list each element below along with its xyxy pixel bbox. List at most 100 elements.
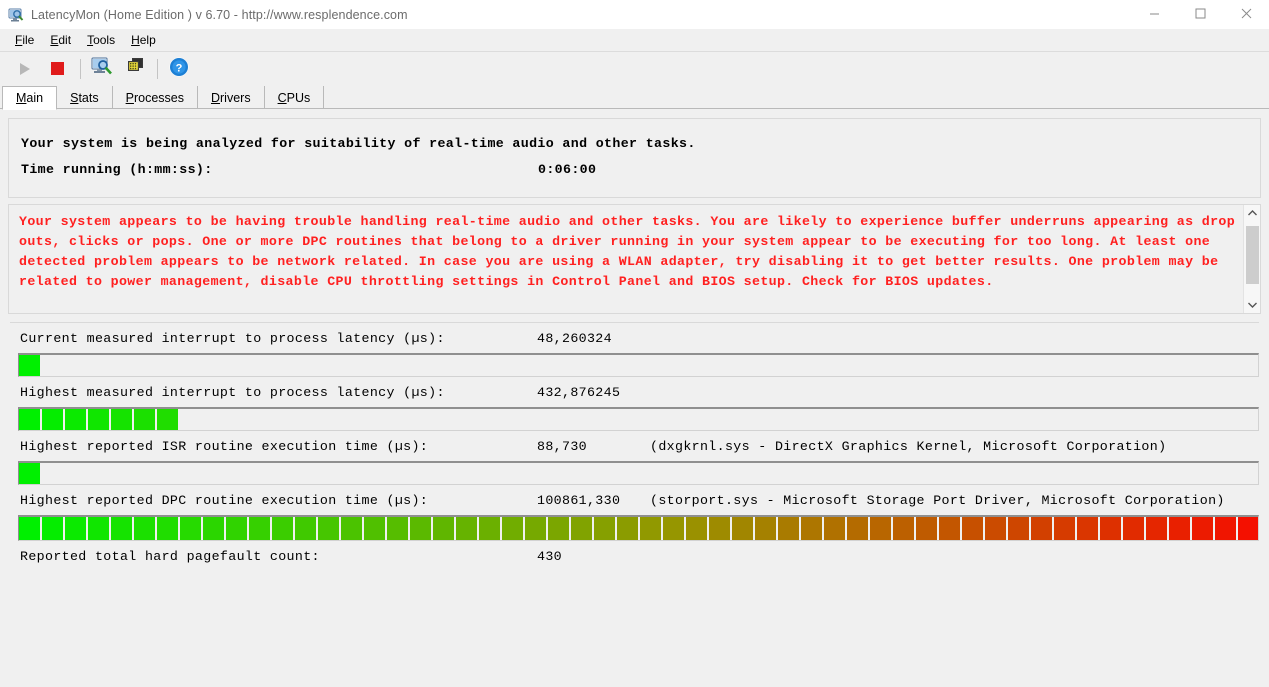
analyze-button[interactable] [87, 56, 117, 82]
tab-main[interactable]: Main [2, 86, 58, 110]
bar-segment [962, 517, 983, 540]
bar-segment [571, 517, 592, 540]
menu-item-file[interactable]: File [8, 31, 43, 49]
scrollbar-thumb[interactable] [1245, 226, 1259, 284]
pagefault-label: Reported total hard pagefault count: [20, 548, 320, 564]
metric-label: Highest reported DPC routine execution t… [20, 492, 429, 508]
bar-segment [640, 517, 661, 540]
metric-value: 432,876245 [537, 384, 621, 400]
bar-segment [847, 517, 868, 540]
bar-segment [111, 517, 132, 540]
minimize-icon [1149, 8, 1160, 22]
bottom-spacer [8, 571, 1261, 611]
metric-driver-info: (dxgkrnl.sys - DirectX Graphics Kernel, … [650, 438, 1167, 454]
bar-segment [1077, 517, 1098, 540]
time-running-label: Time running (h:mm:ss): [21, 162, 213, 177]
stop-button[interactable] [42, 56, 72, 82]
metric-label: Current measured interrupt to process la… [20, 330, 445, 346]
menu-file-rest: ile [22, 33, 35, 47]
bar-segment [65, 409, 86, 430]
caption-buttons [1131, 0, 1269, 29]
latencymon-app-icon [8, 7, 24, 23]
bar-segment [88, 517, 109, 540]
bar-segment [19, 463, 40, 484]
metric-bar-fill [19, 517, 1258, 540]
metric-bar [18, 461, 1259, 485]
title-bar: LatencyMon (Home Edition ) v 6.70 - http… [0, 0, 1269, 29]
scrollbar-track[interactable] [1244, 222, 1261, 296]
menu-item-tools[interactable]: Tools [80, 31, 124, 49]
tab-bar: Main Stats Processes Drivers C PUs [0, 85, 1269, 110]
warning-text: Your system appears to be having trouble… [19, 214, 1243, 289]
bar-segment [916, 517, 937, 540]
metric-bar-fill [19, 355, 42, 376]
monitor-wand-icon [91, 56, 113, 81]
metrics-list: Current measured interrupt to process la… [8, 322, 1261, 611]
tab-drivers-accel: D [210, 90, 221, 105]
stacked-windows-icon [123, 56, 145, 81]
tab-stats-accel: S [70, 90, 79, 105]
report-button[interactable] [119, 56, 149, 82]
maximize-icon [1195, 8, 1206, 22]
bar-segment [525, 517, 546, 540]
tab-cpus-accel: C [277, 90, 287, 105]
minimize-button[interactable] [1131, 0, 1177, 29]
bar-segment [801, 517, 822, 540]
bar-segment [19, 409, 40, 430]
tab-cpus[interactable]: C PUs [265, 86, 325, 109]
bar-segment [502, 517, 523, 540]
warning-panel: Your system appears to be having trouble… [8, 204, 1261, 314]
metric-value: 100861,330 [537, 492, 621, 508]
bar-segment [1100, 517, 1121, 540]
tab-drivers-rest: rivers [220, 90, 251, 105]
toolbar-separator-1 [80, 58, 81, 79]
bar-segment [134, 409, 155, 430]
tab-processes[interactable]: Processes [113, 86, 198, 109]
play-button[interactable] [10, 56, 40, 82]
scroll-down-arrow-icon[interactable] [1244, 296, 1261, 313]
scroll-up-arrow-icon[interactable] [1244, 205, 1261, 222]
maximize-button[interactable] [1177, 0, 1223, 29]
bar-segment [1215, 517, 1236, 540]
toolbar: ? [0, 52, 1269, 85]
bar-segment [1054, 517, 1075, 540]
bar-segment [410, 517, 431, 540]
bar-segment [1169, 517, 1190, 540]
close-button[interactable] [1223, 0, 1269, 29]
tab-stats-rest: tats [78, 90, 99, 105]
menu-item-help[interactable]: Help [124, 31, 165, 49]
metric-bar [18, 353, 1259, 377]
tab-stats[interactable]: Stats [57, 86, 113, 109]
metric-row: Highest reported ISR routine execution t… [8, 431, 1261, 461]
bar-segment [1031, 517, 1052, 540]
metric-label: Highest reported ISR routine execution t… [20, 438, 429, 454]
bar-segment [985, 517, 1006, 540]
bar-segment [88, 409, 109, 430]
summary-panel: Your system is being analyzed for suitab… [8, 118, 1261, 198]
tab-drivers[interactable]: Drivers [198, 86, 265, 109]
bar-segment [19, 517, 40, 540]
bar-segment [42, 409, 63, 430]
bar-segment [824, 517, 845, 540]
metric-bar [18, 407, 1259, 431]
metric-value: 88,730 [537, 438, 587, 454]
close-icon [1241, 8, 1252, 22]
bar-segment [755, 517, 776, 540]
bar-segment [111, 409, 132, 430]
metric-bar [18, 515, 1259, 541]
bar-segment [939, 517, 960, 540]
bar-segment [686, 517, 707, 540]
pagefault-row: Reported total hard pagefault count: 430 [8, 541, 1261, 571]
bar-segment [594, 517, 615, 540]
metric-bar-fill [19, 409, 180, 430]
bar-segment [433, 517, 454, 540]
help-button[interactable]: ? [164, 56, 194, 82]
menu-item-edit[interactable]: Edit [43, 31, 80, 49]
bar-segment [134, 517, 155, 540]
bar-segment [364, 517, 385, 540]
warning-scrollbar[interactable] [1243, 205, 1260, 313]
bar-segment [226, 517, 247, 540]
bar-segment [893, 517, 914, 540]
window-title: LatencyMon (Home Edition ) v 6.70 - http… [31, 7, 408, 22]
metric-row: Highest measured interrupt to process la… [8, 377, 1261, 407]
